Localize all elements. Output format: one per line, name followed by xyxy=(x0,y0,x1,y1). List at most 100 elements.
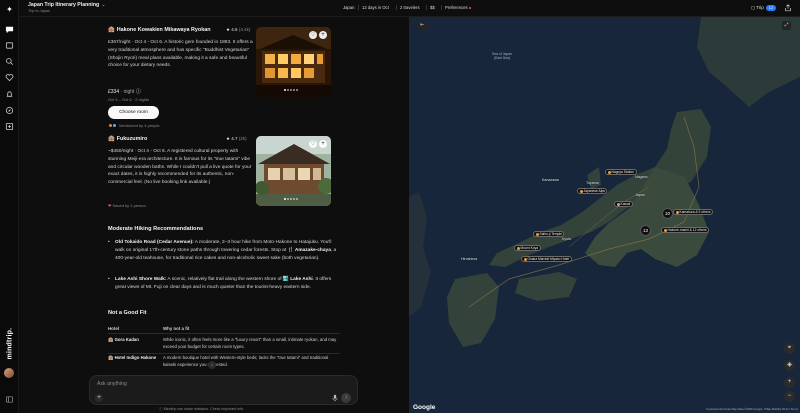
table-header-hotel: Hotel xyxy=(108,326,119,331)
compass-icon[interactable] xyxy=(5,106,14,115)
hotel-description: ~$450/night · Oct 4 - Oct 6. A registere… xyxy=(108,149,252,186)
share-icon[interactable] xyxy=(784,4,792,12)
dates-pill[interactable]: 12 days in Oct xyxy=(358,3,393,12)
add-plus-icon[interactable]: + xyxy=(319,140,327,148)
preferences-dot xyxy=(468,6,471,9)
choose-room-button[interactable]: Choose room xyxy=(108,106,159,119)
hotel-photo[interactable]: ♡ + xyxy=(256,27,331,97)
disclaimer: ⓘ Mindtrip can make mistakes. Check impo… xyxy=(159,407,245,411)
table-row-reason: A modern boutique hotel with Western-sty… xyxy=(163,355,329,367)
lake-ashi-link[interactable]: Lake Ashi xyxy=(290,277,312,282)
sidebar-toggle-icon[interactable] xyxy=(5,395,14,404)
locate-icon[interactable]: ⌖ xyxy=(784,343,795,354)
save-heart-icon[interactable]: ♡ xyxy=(309,31,317,39)
chat-pane: 🏨 Hakone Kowakien Mikawaya Ryokan ★ 4.6 (… xyxy=(19,17,409,413)
table-row-hotel[interactable]: 🏨 Gora Kadan xyxy=(108,337,160,344)
mindtrip-brand: mindtrip. xyxy=(6,327,14,360)
map-pin[interactable]: Kawaii xyxy=(614,201,633,207)
map-attribution[interactable]: Keyboard shortcuts Map Data ©2026 Google… xyxy=(707,407,799,411)
city-label: Kanazawa xyxy=(542,178,559,182)
city-label: Toyama xyxy=(586,181,599,185)
hike-lake-ashi: Lake Ashi Shore Walk: A scenic, relative… xyxy=(108,276,338,292)
city-label: Nagano xyxy=(635,175,648,179)
chat-icon[interactable] xyxy=(5,25,14,34)
map-pin[interactable]: Mount Koya xyxy=(514,245,541,251)
chat-input-placeholder: Ask anything xyxy=(97,381,127,387)
map-canvas xyxy=(409,17,800,413)
city-label: Japan xyxy=(635,193,645,197)
map-pin[interactable]: Saiho-ji Temple xyxy=(533,231,565,237)
zoom-in-button[interactable]: + xyxy=(784,377,795,388)
table-divider xyxy=(108,333,340,334)
map-pin[interactable]: Japanese Alps xyxy=(577,188,608,194)
table-row-hotel[interactable]: 🏨 Hotel Indigo Hakone xyxy=(108,355,160,362)
collapse-map-icon[interactable]: ⇤ xyxy=(418,21,427,30)
preferences-pill[interactable]: Preferences xyxy=(441,3,475,12)
hiking-heading: Moderate Hiking Recommendations xyxy=(108,226,204,232)
add-plus-icon[interactable]: + xyxy=(319,31,327,39)
map-pin[interactable]: Nagoya Station xyxy=(605,169,637,175)
mini-avatar xyxy=(112,123,117,129)
carousel-dots[interactable] xyxy=(284,196,299,202)
hotel-rating: ★ 4.7 (2k) xyxy=(226,136,247,141)
trip-bag-icon: ▢ xyxy=(750,5,755,10)
folder-icon[interactable] xyxy=(5,41,14,50)
city-label: Kyoto xyxy=(562,237,572,241)
table-divider xyxy=(108,353,340,354)
trip-button[interactable]: ▢ Trip 12 xyxy=(751,3,776,12)
hotel-name[interactable]: 🏨 Fukuzumiro xyxy=(108,136,147,142)
mentioned-by: Mentioned by 4 people xyxy=(108,123,160,129)
trip-title[interactable]: Japan Trip Itinerary Planning ⌄ xyxy=(28,2,106,8)
budget-pill[interactable]: $$ xyxy=(426,3,439,12)
left-rail: ✦ mindtrip. xyxy=(0,0,19,413)
map-cluster[interactable]: 10 xyxy=(662,208,673,219)
chat-input[interactable]: Ask anything + ↑ xyxy=(89,375,358,405)
trip-count-badge: 12 xyxy=(765,4,776,11)
mic-icon[interactable] xyxy=(331,394,339,402)
map-pin[interactable]: Hakone-machi & 12 others xyxy=(661,227,710,233)
hotel-card-mikawaya: 🏨 Hakone Kowakien Mikawaya Ryokan ★ 4.6 (… xyxy=(108,27,351,129)
map-pin[interactable]: Kamakura & 9 others xyxy=(673,209,713,215)
city-label: Hiroshima xyxy=(461,257,478,261)
carousel-dots[interactable] xyxy=(284,87,299,93)
hotel-photo[interactable]: ♡ + xyxy=(256,136,331,206)
layers-icon[interactable]: ◈ xyxy=(784,360,795,371)
expand-map-icon[interactable]: ⤢ xyxy=(782,21,791,30)
table-header-reason: Why not a fit xyxy=(163,326,190,331)
add-square-icon[interactable] xyxy=(5,122,14,131)
sea-label: Sea of Japan (East Sea) xyxy=(492,52,512,60)
bell-icon[interactable] xyxy=(5,90,14,99)
hotel-description: £367/night · Oct 4 - Oct 6. A historic g… xyxy=(108,40,253,69)
attach-plus-icon[interactable]: + xyxy=(95,394,103,402)
map-cluster[interactable]: 13 xyxy=(640,225,651,236)
info-icon[interactable]: ⓘ xyxy=(136,89,141,95)
map-pane[interactable]: ⇤ ⤢ Sea of Japan (East Sea) Kanazawa Toya… xyxy=(409,17,800,413)
scroll-down-button[interactable]: ↓ xyxy=(208,361,216,369)
search-icon[interactable] xyxy=(5,57,14,66)
map-pin[interactable]: Osaka Marriott Miyako Hotel xyxy=(521,256,572,262)
saved-by: ❤ Saved by 1 person xyxy=(108,203,146,208)
top-header: Japan Trip Itinerary Planning ⌄ Trip to J… xyxy=(19,0,800,17)
trip-subtitle: Trip to Japan xyxy=(28,9,51,13)
save-heart-icon[interactable]: ♡ xyxy=(309,140,317,148)
not-fit-heading: Not a Good Fit xyxy=(108,310,147,316)
hotel-card-fukuzumiro: 🏨 Fukuzumiro ★ 4.7 (2k) ~$450/night · Oct… xyxy=(108,136,351,211)
hotel-dates: Oct 4 – Oct 6 · 2 nights xyxy=(108,97,150,102)
zoom-out-button[interactable]: − xyxy=(784,391,795,402)
table-row-reason: While iconic, it often feels more like a… xyxy=(163,337,337,349)
destination-pill[interactable]: Japan xyxy=(339,3,358,12)
hotel-price: £334 · night ⓘ xyxy=(108,89,141,95)
saved-heart-icon: ❤ xyxy=(108,203,112,208)
info-icon: ⓘ xyxy=(159,407,163,411)
hike-old-tokaido: Old Tokaido Road (Cedar Avenue): A moder… xyxy=(108,239,338,262)
google-logo: Google xyxy=(413,404,436,411)
chevron-down-icon: ⌄ xyxy=(101,2,106,8)
user-avatar[interactable] xyxy=(4,368,14,378)
amazake-chaya-link[interactable]: Amazake-chaya xyxy=(295,248,331,253)
mindtrip-logo-icon[interactable]: ✦ xyxy=(5,5,14,14)
travelers-pill[interactable]: 2 travelers xyxy=(396,3,424,12)
hotel-rating: ★ 4.6 (4.4k) xyxy=(226,27,251,32)
send-arrow-icon[interactable]: ↑ xyxy=(341,393,351,403)
hotel-name[interactable]: 🏨 Hakone Kowakien Mikawaya Ryokan xyxy=(108,27,211,33)
heart-icon[interactable] xyxy=(5,73,14,82)
